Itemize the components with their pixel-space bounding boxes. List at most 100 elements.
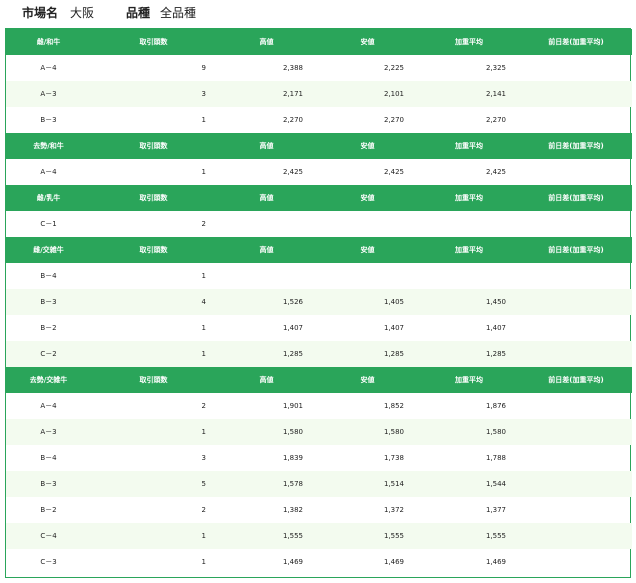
- low-price-cell: 1,405: [383, 298, 404, 306]
- column-header: 安値: [360, 376, 375, 384]
- count-cell: 1: [201, 532, 206, 540]
- table-row: B－2 1 1,407 1,407 1,407: [6, 315, 632, 341]
- count-cell: 1: [201, 428, 206, 436]
- price-table-container: 雌/和牛 取引頭数 高値 安値 加重平均 前日差(加重平均) A－4 9 2,388 2,225 2…: [5, 28, 632, 578]
- prev-day-diff-cell: [520, 471, 632, 497]
- prev-day-diff-cell: [520, 289, 632, 315]
- column-header: 安値: [360, 194, 375, 202]
- prev-day-diff-cell: [520, 211, 632, 237]
- price-table: 雌/和牛 取引頭数 高値 安値 加重平均 前日差(加重平均) A－4 9 2,388 2,225 2…: [6, 29, 632, 575]
- prev-day-diff-cell: [520, 341, 632, 367]
- weighted-avg-cell: 2,325: [485, 64, 506, 72]
- low-price-cell: 1,738: [383, 454, 404, 462]
- column-header: 加重平均: [455, 376, 483, 384]
- low-price-cell: [317, 263, 418, 289]
- section-header-row: 雌/和牛 取引頭数 高値 安値 加重平均 前日差(加重平均): [6, 29, 632, 55]
- low-price-cell: 1,580: [383, 428, 404, 436]
- table-row: B－3 5 1,578 1,514 1,544: [6, 471, 632, 497]
- grade-cell: B－3: [40, 116, 57, 124]
- table-row: B－2 2 1,382 1,372 1,377: [6, 497, 632, 523]
- table-row: C－3 1 1,469 1,469 1,469: [6, 549, 632, 575]
- section-header-row: 去勢/交雑牛 取引頭数 高値 安値 加重平均 前日差(加重平均): [6, 367, 632, 393]
- count-cell: 9: [201, 64, 206, 72]
- report-header: 市場名 大阪 品種 全品種: [0, 0, 636, 28]
- weighted-avg-cell: [418, 211, 520, 237]
- table-body: 雌/和牛 取引頭数 高値 安値 加重平均 前日差(加重平均) A－4 9 2,388 2,225 2…: [6, 29, 632, 575]
- table-row: B－4 1: [6, 263, 632, 289]
- low-price-cell: 2,270: [383, 116, 404, 124]
- grade-cell: B－4: [40, 272, 57, 280]
- count-cell: 5: [201, 480, 206, 488]
- column-header: 加重平均: [455, 38, 483, 46]
- column-header: 高値: [259, 376, 274, 384]
- section-header-row: 去勢/和牛 取引頭数 高値 安値 加重平均 前日差(加重平均): [6, 133, 632, 159]
- high-price-cell: 1,901: [282, 402, 303, 410]
- low-price-cell: 1,469: [383, 558, 404, 566]
- column-header: 取引頭数: [139, 38, 168, 46]
- column-header: 安値: [360, 38, 375, 46]
- grade-cell: A－3: [40, 428, 57, 436]
- table-row: A－4 9 2,388 2,225 2,325: [6, 55, 632, 81]
- column-header: 加重平均: [455, 142, 483, 150]
- low-price-cell: 1,407: [383, 324, 404, 332]
- grade-cell: A－4: [40, 64, 57, 72]
- section-category: 去勢/和牛: [33, 142, 64, 150]
- high-price-cell: 1,382: [282, 506, 303, 514]
- high-price-cell: 1,578: [282, 480, 303, 488]
- prev-day-diff-cell: [520, 107, 632, 133]
- count-cell: 1: [201, 350, 206, 358]
- low-price-cell: 1,555: [383, 532, 404, 540]
- count-cell: 2: [201, 220, 206, 228]
- grade-cell: A－4: [40, 402, 57, 410]
- table-row: C－1 2: [6, 211, 632, 237]
- count-cell: 1: [201, 116, 206, 124]
- grade-cell: B－2: [40, 324, 57, 332]
- low-price-cell: 2,225: [383, 64, 404, 72]
- table-row: B－3 1 2,270 2,270 2,270: [6, 107, 632, 133]
- prev-day-diff-cell: [520, 55, 632, 81]
- high-price-cell: 2,270: [282, 116, 303, 124]
- section-category: 雌/交雑牛: [33, 246, 64, 254]
- low-price-cell: 1,514: [383, 480, 404, 488]
- grade-cell: C－1: [40, 220, 57, 228]
- section-header-row: 雌/乳牛 取引頭数 高値 安値 加重平均 前日差(加重平均): [6, 185, 632, 211]
- count-cell: 1: [201, 558, 206, 566]
- column-header: 加重平均: [455, 246, 483, 254]
- grade-cell: C－2: [40, 350, 57, 358]
- low-price-cell: 1,372: [383, 506, 404, 514]
- weighted-avg-cell: 1,469: [485, 558, 506, 566]
- prev-day-diff-cell: [520, 263, 632, 289]
- table-row: C－2 1 1,285 1,285 1,285: [6, 341, 632, 367]
- high-price-cell: [216, 263, 317, 289]
- low-price-cell: [317, 211, 418, 237]
- variety-value: 全品種: [160, 6, 197, 20]
- low-price-cell: 2,101: [383, 90, 404, 98]
- section-category: 雌/和牛: [36, 38, 61, 46]
- prev-day-diff-cell: [520, 523, 632, 549]
- table-row: C－4 1 1,555 1,555 1,555: [6, 523, 632, 549]
- weighted-avg-cell: [418, 263, 520, 289]
- count-cell: 1: [201, 168, 206, 176]
- high-price-cell: 1,285: [282, 350, 303, 358]
- table-row: A－4 2 1,901 1,852 1,876: [6, 393, 632, 419]
- high-price-cell: 1,580: [282, 428, 303, 436]
- prev-day-diff-cell: [520, 497, 632, 523]
- count-cell: 3: [201, 454, 206, 462]
- column-header: 安値: [360, 142, 375, 150]
- weighted-avg-cell: 1,580: [485, 428, 506, 436]
- column-header: 取引頭数: [139, 246, 168, 254]
- high-price-cell: 1,526: [282, 298, 303, 306]
- count-cell: 4: [201, 298, 206, 306]
- variety-label: 品種: [126, 6, 151, 20]
- grade-cell: B－3: [40, 298, 57, 306]
- column-header: 取引頭数: [139, 142, 168, 150]
- count-cell: 1: [201, 324, 206, 332]
- high-price-cell: 2,171: [282, 90, 303, 98]
- weighted-avg-cell: 1,407: [485, 324, 506, 332]
- column-header: 取引頭数: [139, 376, 168, 384]
- column-header: 前日差(加重平均): [548, 376, 604, 384]
- column-header: 前日差(加重平均): [548, 142, 604, 150]
- high-price-cell: 2,388: [282, 64, 303, 72]
- table-row: A－3 1 1,580 1,580 1,580: [6, 419, 632, 445]
- weighted-avg-cell: 1,285: [485, 350, 506, 358]
